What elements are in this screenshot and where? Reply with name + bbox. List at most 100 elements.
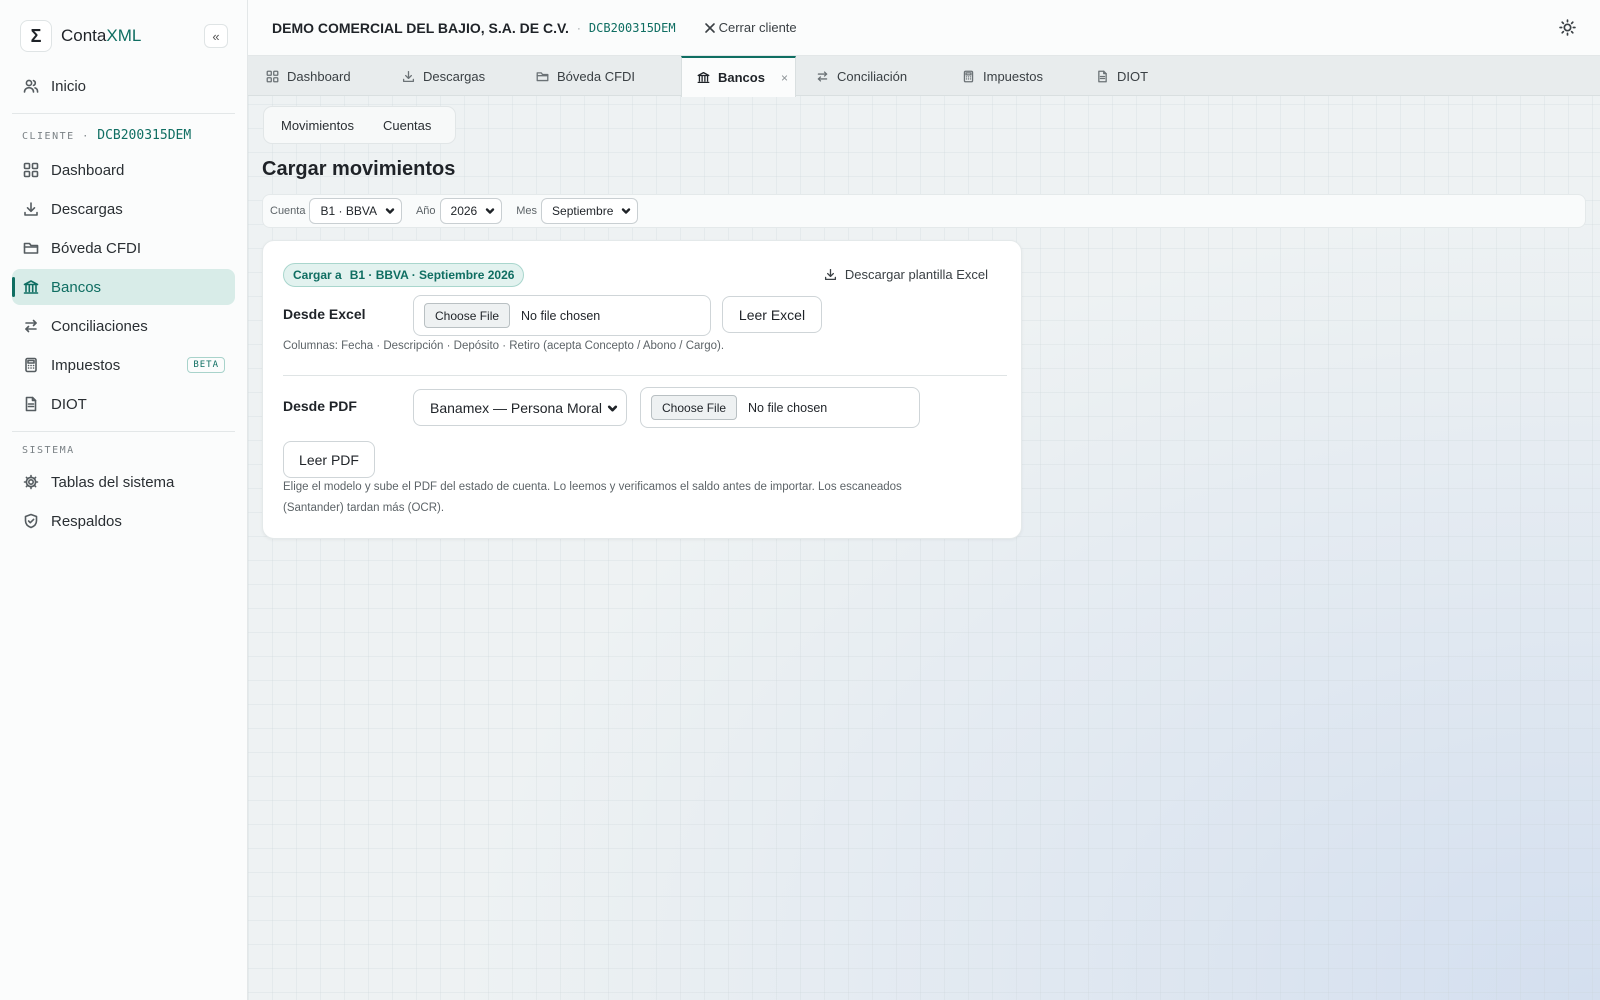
sidebar-item-impuestos[interactable]: Impuestos BETA [12, 347, 235, 383]
tab-impuestos[interactable]: Impuestos [944, 56, 1074, 96]
tab-descargas[interactable]: Descargas [384, 56, 514, 96]
leer-excel-button[interactable]: Leer Excel [722, 296, 822, 333]
tab-bancos[interactable]: Bancos × [681, 56, 796, 97]
theme-toggle-button[interactable] [1559, 19, 1576, 36]
tab-dashboard[interactable]: Dashboard [248, 56, 368, 96]
close-client-button[interactable]: Cerrar cliente [704, 20, 797, 35]
collapse-sidebar-button[interactable]: « [204, 24, 228, 48]
download-icon [402, 70, 415, 83]
tab-label: Descargas [423, 68, 486, 84]
chevrons-left-icon: « [212, 28, 220, 44]
dashboard-icon [266, 70, 279, 83]
brand-name-accent: XML [106, 26, 142, 45]
pdf-model-select[interactable]: Banamex — Persona Moral [413, 389, 627, 426]
sidebar-item-dashboard[interactable]: Dashboard [12, 152, 235, 188]
logo-sigma-glyph: Σ [30, 25, 42, 46]
chevron-down-icon [621, 206, 631, 216]
download-template-label: Descargar plantilla Excel [844, 267, 988, 282]
dashboard-icon [23, 162, 39, 178]
main-content: Dashboard Descargas Bóveda CFDI Bancos ×… [248, 56, 1600, 1000]
brand: Σ ContaXML « [20, 20, 228, 52]
close-client-label: Cerrar cliente [718, 20, 797, 35]
brand-name: ContaXML [61, 26, 141, 46]
client-rfc: DCB200315DEM [588, 20, 676, 35]
leer-pdf-button[interactable]: Leer PDF [283, 441, 375, 478]
document-icon [23, 396, 39, 412]
download-icon [23, 201, 39, 217]
sidebar-item-boveda-cfdi[interactable]: Bóveda CFDI [12, 230, 235, 266]
client-section-title: CLIENTE [22, 131, 75, 142]
sidebar-item-label: Tablas del sistema [51, 473, 175, 491]
sidebar-divider [12, 113, 235, 114]
shield-check-icon [23, 513, 39, 529]
mes-select-value: Septiembre [552, 204, 614, 218]
target-badge-lead: Cargar a [293, 268, 342, 282]
pdf-file-input[interactable]: Choose File No file chosen [640, 387, 920, 428]
anio-label: Año [415, 205, 436, 217]
sidebar-item-inicio[interactable]: Inicio [12, 68, 235, 104]
sidebar-item-label: Dashboard [51, 161, 125, 179]
cuenta-label: Cuenta [270, 205, 306, 217]
sidebar-item-tablas-del-sistema[interactable]: Tablas del sistema [12, 464, 235, 500]
anio-select[interactable]: 2026 [439, 198, 503, 224]
close-icon [704, 22, 716, 34]
download-template-link[interactable]: Descargar plantilla Excel [824, 267, 988, 282]
sidebar-item-label: Descargas [51, 200, 123, 218]
tab-boveda-cfdi[interactable]: Bóveda CFDI [518, 56, 658, 96]
client-section-label: CLIENTE · DCB200315DEM [22, 128, 191, 143]
sidebar-item-conciliaciones[interactable]: Conciliaciones [12, 308, 235, 344]
tab-conciliacion[interactable]: Conciliación [798, 56, 928, 96]
sidebar-item-label: DIOT [51, 395, 87, 413]
sidebar-item-label: Conciliaciones [51, 317, 148, 335]
pdf-hint: Elige el modelo y sube el PDF del estado… [283, 477, 902, 519]
calculator-icon [962, 70, 975, 83]
excel-file-input[interactable]: Choose File No file chosen [413, 295, 711, 336]
gear-icon [23, 474, 39, 490]
pdf-choose-file-button[interactable]: Choose File [651, 395, 738, 420]
upload-card: Cargar a B1 · BBVA · Septiembre 2026 Des… [262, 240, 1022, 539]
beta-badge: BETA [187, 357, 225, 373]
system-section-label: SISTEMA [22, 445, 75, 456]
system-section-title: SISTEMA [22, 445, 75, 456]
folder-icon [536, 70, 549, 83]
client-rfc: DCB200315DEM [97, 128, 192, 143]
chevron-down-icon [385, 206, 395, 216]
mes-select[interactable]: Septiembre [541, 198, 639, 224]
sidebar-item-diot[interactable]: DIOT [12, 386, 235, 422]
excel-columns-hint: Columnas: Fecha · Descripción · Depósito… [283, 340, 725, 352]
sidebar-item-bancos[interactable]: Bancos [12, 269, 235, 305]
sidebar-item-label: Bancos [51, 278, 102, 296]
download-icon [824, 268, 837, 281]
filters-bar: Cuenta B1 · BBVA Año 2026 Mes Septiembre [262, 194, 1586, 228]
tab-label: Bancos [718, 70, 765, 85]
tab-label: DIOT [1117, 68, 1149, 84]
excel-choose-file-button[interactable]: Choose File [424, 303, 511, 328]
pdf-hint-line: (Santander) tardan más (OCR). [283, 502, 445, 514]
cuenta-select[interactable]: B1 · BBVA [309, 198, 402, 224]
tab-label: Dashboard [287, 68, 351, 84]
excel-file-status: No file chosen [521, 308, 601, 323]
separator-dot: · [576, 20, 581, 35]
sidebar-item-label: Inicio [51, 77, 87, 95]
subtab-movimientos[interactable]: Movimientos [264, 118, 369, 133]
folder-icon [23, 240, 39, 256]
target-badge-value: B1 · BBVA · Septiembre 2026 [349, 268, 515, 282]
subtabs: Movimientos Cuentas [263, 106, 456, 144]
separator-dot: · [82, 131, 90, 142]
sidebar-item-respaldos[interactable]: Respaldos [12, 503, 235, 539]
chevron-down-icon [607, 403, 618, 414]
tab-diot[interactable]: DIOT [1078, 56, 1178, 96]
bank-icon [23, 279, 39, 295]
pdf-section-label: Desde PDF [283, 398, 357, 414]
sidebar-item-label: Impuestos [51, 356, 121, 374]
pdf-model-value: Banamex — Persona Moral [430, 399, 602, 416]
calculator-icon [23, 357, 39, 373]
brand-logo[interactable]: Σ [20, 20, 52, 52]
subtab-cuentas[interactable]: Cuentas [369, 118, 446, 133]
top-bar: DEMO COMERCIAL DEL BAJIO, S.A. DE C.V. ·… [248, 0, 1600, 56]
excel-section-label: Desde Excel [283, 306, 366, 322]
page-title: Cargar movimientos [262, 158, 456, 180]
sidebar-item-descargas[interactable]: Descargas [12, 191, 235, 227]
target-badge: Cargar a B1 · BBVA · Septiembre 2026 [283, 263, 525, 287]
close-tab-icon[interactable]: × [781, 71, 788, 85]
